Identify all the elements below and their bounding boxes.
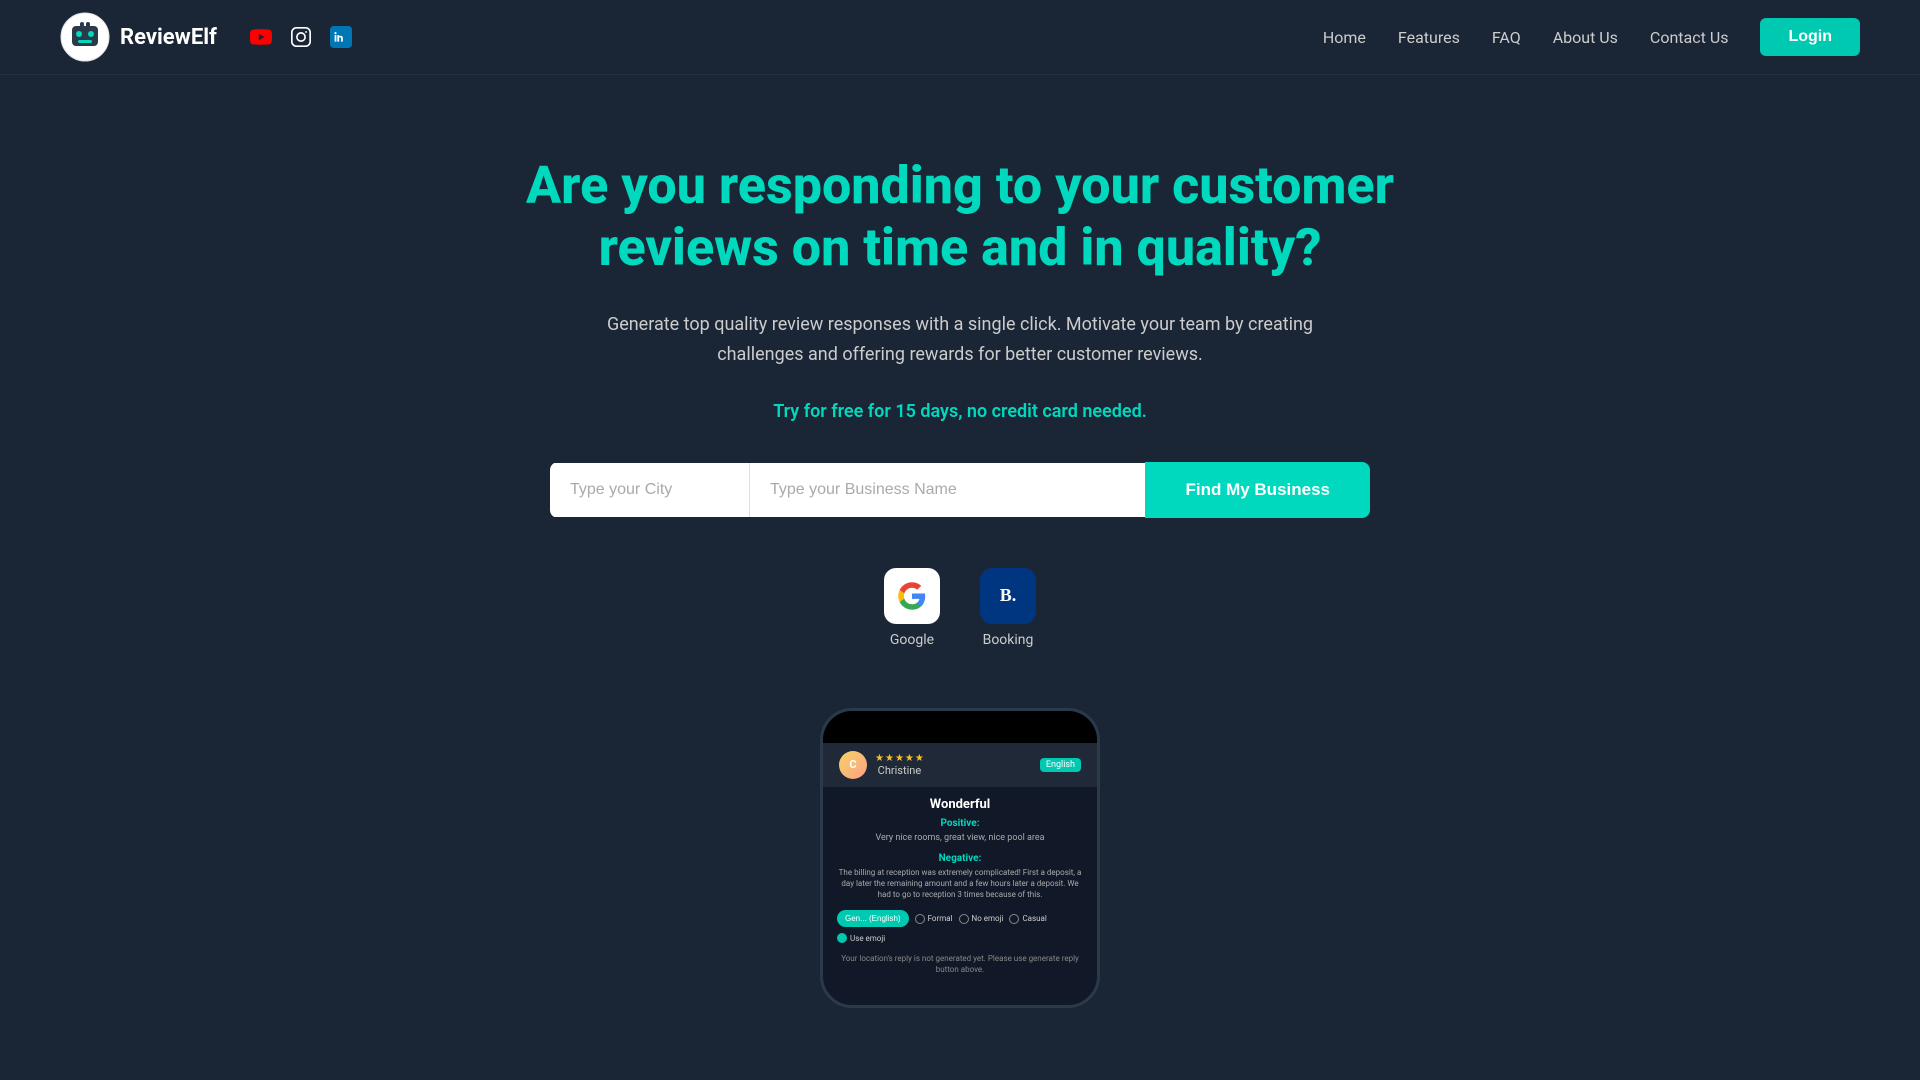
- hero-cta: Try for free for 15 days, no credit card…: [773, 401, 1147, 422]
- phone-notch-bar: [823, 711, 1097, 743]
- radio-use-emoji[interactable]: [837, 933, 847, 943]
- linkedin-icon[interactable]: [327, 23, 355, 51]
- tone-no-emoji: No emoji: [959, 910, 1004, 927]
- city-input[interactable]: [550, 463, 750, 517]
- instagram-icon[interactable]: [287, 23, 315, 51]
- tone-use-emoji: Use emoji: [837, 933, 885, 943]
- logo[interactable]: ReviewElf: [60, 12, 217, 62]
- phone-content: Wonderful Positive: Very nice rooms, gre…: [823, 787, 1097, 1005]
- phone-footer-text: Your location's reply is not generated y…: [837, 953, 1083, 975]
- google-icon: [884, 568, 940, 624]
- phone-user-name: Christine: [875, 764, 924, 777]
- tone-options: Gen... (English) Formal No emoji Casual: [837, 910, 1083, 943]
- find-business-button[interactable]: Find My Business: [1145, 462, 1370, 518]
- business-input[interactable]: [750, 463, 1145, 517]
- phone-mockup: C ★ ★ ★ ★ ★ Christine English: [820, 708, 1100, 1008]
- youtube-icon[interactable]: [247, 23, 275, 51]
- phone-notch: [930, 723, 990, 731]
- platform-google: Google: [884, 568, 940, 648]
- phone-mockup-section: C ★ ★ ★ ★ ★ Christine English: [200, 708, 1720, 1008]
- nav-features[interactable]: Features: [1398, 28, 1460, 47]
- nav-about[interactable]: About Us: [1553, 28, 1618, 47]
- logo-icon: [60, 12, 110, 62]
- radio-no-emoji[interactable]: [959, 914, 969, 924]
- positive-text: Very nice rooms, great view, nice pool a…: [837, 832, 1083, 845]
- login-button[interactable]: Login: [1760, 18, 1860, 56]
- negative-label: Negative:: [837, 853, 1083, 864]
- hero-title: Are you responding to your customer revi…: [460, 155, 1460, 280]
- search-bar: Find My Business: [550, 462, 1370, 518]
- user-avatar: C: [839, 751, 867, 779]
- navbar-right: Home Features FAQ About Us Contact Us Lo…: [1323, 18, 1860, 56]
- booking-icon: B.: [980, 568, 1036, 624]
- generate-button[interactable]: Gen... (English): [837, 910, 909, 927]
- platform-booking: B. Booking: [980, 568, 1036, 648]
- hero-subtitle: Generate top quality review responses wi…: [580, 310, 1340, 371]
- language-badge: English: [1040, 758, 1081, 772]
- tone-formal: Formal: [915, 910, 953, 927]
- stars-row: ★ ★ ★ ★ ★: [875, 753, 924, 764]
- negative-text: The billing at reception was extremely c…: [837, 867, 1083, 901]
- phone-top-bar: C ★ ★ ★ ★ ★ Christine English: [823, 743, 1097, 787]
- phone-user-info: C ★ ★ ★ ★ ★ Christine: [839, 751, 924, 779]
- social-icons: [247, 23, 355, 51]
- logo-text: ReviewElf: [120, 25, 217, 50]
- google-label: Google: [890, 632, 934, 648]
- radio-casual[interactable]: [1009, 914, 1019, 924]
- navbar-left: ReviewElf: [60, 12, 355, 62]
- hero-section: Are you responding to your customer revi…: [0, 75, 1920, 1068]
- booking-label: Booking: [983, 632, 1034, 648]
- tone-casual: Casual: [1009, 910, 1046, 927]
- nav-home[interactable]: Home: [1323, 28, 1366, 47]
- nav-faq[interactable]: FAQ: [1492, 28, 1521, 47]
- platforms-section: Google B. Booking: [884, 568, 1036, 648]
- navbar: ReviewElf: [0, 0, 1920, 75]
- nav-contact[interactable]: Contact Us: [1650, 28, 1729, 47]
- radio-formal[interactable]: [915, 914, 925, 924]
- review-title: Wonderful: [837, 797, 1083, 812]
- positive-label: Positive:: [837, 818, 1083, 829]
